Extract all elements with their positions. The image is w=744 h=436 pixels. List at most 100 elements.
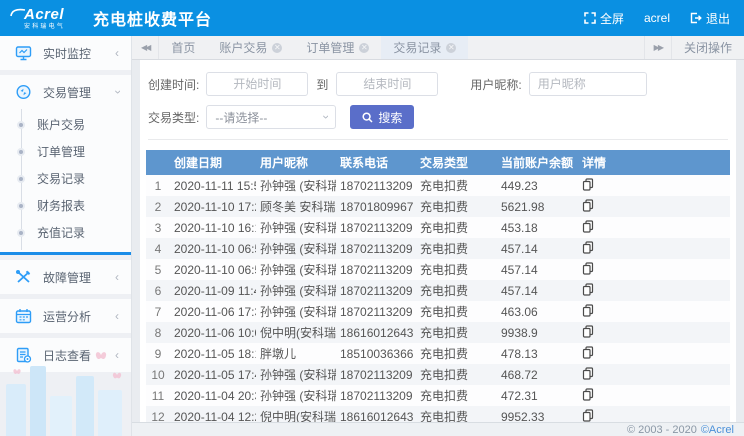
copy-detail-icon xyxy=(582,388,594,404)
end-time-input[interactable] xyxy=(336,72,438,96)
copyright-text: © 2003 - 2020 xyxy=(627,424,697,436)
trade-type-select[interactable]: --请选择-- ‹ xyxy=(206,105,336,129)
tab-home[interactable]: 首页 xyxy=(159,36,207,59)
sidebar-item-fault-manage[interactable]: 故障管理‹ xyxy=(0,260,131,294)
filter-table-divider xyxy=(148,139,728,140)
trade-type-cell: 充电扣费 xyxy=(416,280,497,301)
create-time-label: 创建时间: xyxy=(148,76,199,93)
sidebar-item-trade-record[interactable]: 交易记录 xyxy=(0,165,131,192)
copy-detail-icon xyxy=(582,199,594,215)
tabs-scroll-right-icon[interactable]: ▶▶ xyxy=(644,36,671,59)
table-row: 12020-11-11 15:57:23孙钟强 (安科瑞)18702113209… xyxy=(146,175,730,196)
detail-cell xyxy=(578,301,730,322)
detail-button[interactable] xyxy=(582,388,594,404)
nickname-cell: 胖墩儿 xyxy=(256,343,336,364)
acrel-brand-link[interactable]: ©Acrel xyxy=(701,424,734,436)
column-header: 交易类型 xyxy=(416,150,497,175)
sidebar-item-order-manage[interactable]: 订单管理 xyxy=(0,138,131,165)
create-date-cell: 2020-11-11 15:57:23 xyxy=(170,175,256,196)
detail-button[interactable] xyxy=(582,199,594,215)
close-actions-dropdown[interactable]: 关闭操作 xyxy=(671,36,744,59)
detail-cell xyxy=(578,322,730,343)
nickname-input[interactable] xyxy=(529,72,647,96)
sidebar-item-label: 实时监控 xyxy=(43,45,91,62)
charging-billing-platform-window: Acrel 安科瑞电气 充电桩收费平台 全屏 acrel 退出 xyxy=(0,0,744,436)
tab-order-manage[interactable]: 订单管理✕ xyxy=(294,36,381,59)
tabs-scroll-left-icon[interactable]: ◀◀ xyxy=(132,36,159,59)
nickname-cell: 孙钟强 (安科瑞) xyxy=(256,364,336,385)
sidebar-item-realtime-monitor[interactable]: 实时监控 ‹ xyxy=(0,36,131,70)
detail-cell xyxy=(578,259,730,280)
create-date-cell: 2020-11-06 17:31:29 xyxy=(170,301,256,322)
sidebar-item-log-view[interactable]: 日志查看‹ xyxy=(0,338,131,372)
row-number-cell: 3 xyxy=(146,217,170,238)
username: acrel xyxy=(644,11,670,25)
table-row: 82020-11-06 10:02:33倪中明(安科瑞 数据部)11861601… xyxy=(146,322,730,343)
user-menu[interactable]: acrel xyxy=(644,11,670,25)
sidebar-item-label: 交易管理 xyxy=(43,84,91,101)
sidebar-subitem-label: 充值记录 xyxy=(37,224,85,241)
tab-bar: ◀◀ 首页账户交易✕订单管理✕ 交易记录 ✕ ▶▶ 关闭操作 xyxy=(132,36,744,60)
phone-cell: 18702113209 xyxy=(336,301,416,322)
content-area: 创建时间: 到 用户昵称: 交易类型: --请选择-- ‹ xyxy=(132,60,744,422)
row-number-cell: 6 xyxy=(146,280,170,301)
table-row: 72020-11-06 17:31:29孙钟强 (安科瑞)18702113209… xyxy=(146,301,730,322)
table-row: 62020-11-09 11:42:24孙钟强 (安科瑞)18702113209… xyxy=(146,280,730,301)
detail-button[interactable] xyxy=(582,346,594,362)
tab-close-icon[interactable]: ✕ xyxy=(359,43,369,53)
page-title: 充电桩收费平台 xyxy=(93,6,212,30)
sidebar-group-realtime-monitor: 实时监控 ‹ xyxy=(0,36,131,70)
sidebar: 实时监控‹交易管理‹账户交易订单管理交易记录财务报表充值记录故障管理‹运营分析‹… xyxy=(0,36,132,436)
chevron-left-icon: ‹ xyxy=(115,310,119,322)
sidebar-item-label: 运营分析 xyxy=(43,308,91,325)
tab-label: 交易记录 xyxy=(393,39,441,56)
chevron-left-icon: ‹ xyxy=(115,47,119,59)
nickname-cell: 顾冬美 安科瑞1870180 xyxy=(256,196,336,217)
sidebar-item-operation-analysis[interactable]: 运营分析 ‹ xyxy=(0,299,131,333)
detail-button[interactable] xyxy=(582,367,594,383)
logout-button[interactable]: 退出 xyxy=(690,10,730,27)
row-number-cell: 9 xyxy=(146,343,170,364)
sidebar-item-transaction-manage[interactable]: 交易管理‹ xyxy=(0,75,131,109)
search-button[interactable]: 搜索 xyxy=(350,105,414,129)
log-icon xyxy=(15,347,32,364)
table-header-row: 创建日期用户昵称联系电话交易类型当前账户余额详情 xyxy=(146,150,730,175)
detail-cell xyxy=(578,343,730,364)
detail-button[interactable] xyxy=(582,325,594,341)
fullscreen-label: 全屏 xyxy=(600,10,624,27)
sidebar-item-finance-report[interactable]: 财务报表 xyxy=(0,192,131,219)
tab-account-trade[interactable]: 账户交易✕ xyxy=(207,36,294,59)
trade-type-cell: 充电扣费 xyxy=(416,175,497,196)
detail-button[interactable] xyxy=(582,262,594,278)
detail-cell xyxy=(578,175,730,196)
nickname-cell: 孙钟强 (安科瑞) xyxy=(256,259,336,280)
create-date-cell: 2020-11-10 06:51:44 xyxy=(170,259,256,280)
detail-button[interactable] xyxy=(582,241,594,257)
nickname-cell: 孙钟强 (安科瑞) xyxy=(256,238,336,259)
acrel-logo: Acrel 安科瑞电气 xyxy=(10,7,65,30)
bullet-icon xyxy=(17,121,25,129)
row-number-cell: 2 xyxy=(146,196,170,217)
tab-close-icon[interactable]: ✕ xyxy=(272,43,282,53)
tab-close-icon[interactable]: ✕ xyxy=(446,43,456,53)
tab-trade-record[interactable]: 交易记录 ✕ xyxy=(381,36,468,59)
create-date-cell: 2020-11-10 16:18:58 xyxy=(170,217,256,238)
chevron-left-icon: ‹ xyxy=(115,271,119,283)
top-header: Acrel 安科瑞电气 充电桩收费平台 全屏 acrel 退出 xyxy=(0,0,744,36)
sidebar-item-recharge-record[interactable]: 充值记录 xyxy=(0,219,131,246)
trade-record-table: 创建日期用户昵称联系电话交易类型当前账户余额详情 12020-11-11 15:… xyxy=(146,150,730,427)
trade-type-cell: 充电扣费 xyxy=(416,385,497,406)
bullet-icon xyxy=(17,229,25,237)
sidebar-item-account-trade[interactable]: 账户交易 xyxy=(0,111,131,138)
fault-icon xyxy=(15,269,32,286)
table-row: 32020-11-10 16:18:58孙钟强 (安科瑞)18702113209… xyxy=(146,217,730,238)
detail-button[interactable] xyxy=(582,283,594,299)
chevron-down-icon: ‹ xyxy=(318,115,332,119)
trade-type-cell: 充电扣费 xyxy=(416,217,497,238)
detail-button[interactable] xyxy=(582,304,594,320)
start-time-input[interactable] xyxy=(206,72,308,96)
detail-button[interactable] xyxy=(582,220,594,236)
copy-detail-icon xyxy=(582,220,594,236)
fullscreen-button[interactable]: 全屏 xyxy=(584,10,624,27)
detail-button[interactable] xyxy=(582,178,594,194)
